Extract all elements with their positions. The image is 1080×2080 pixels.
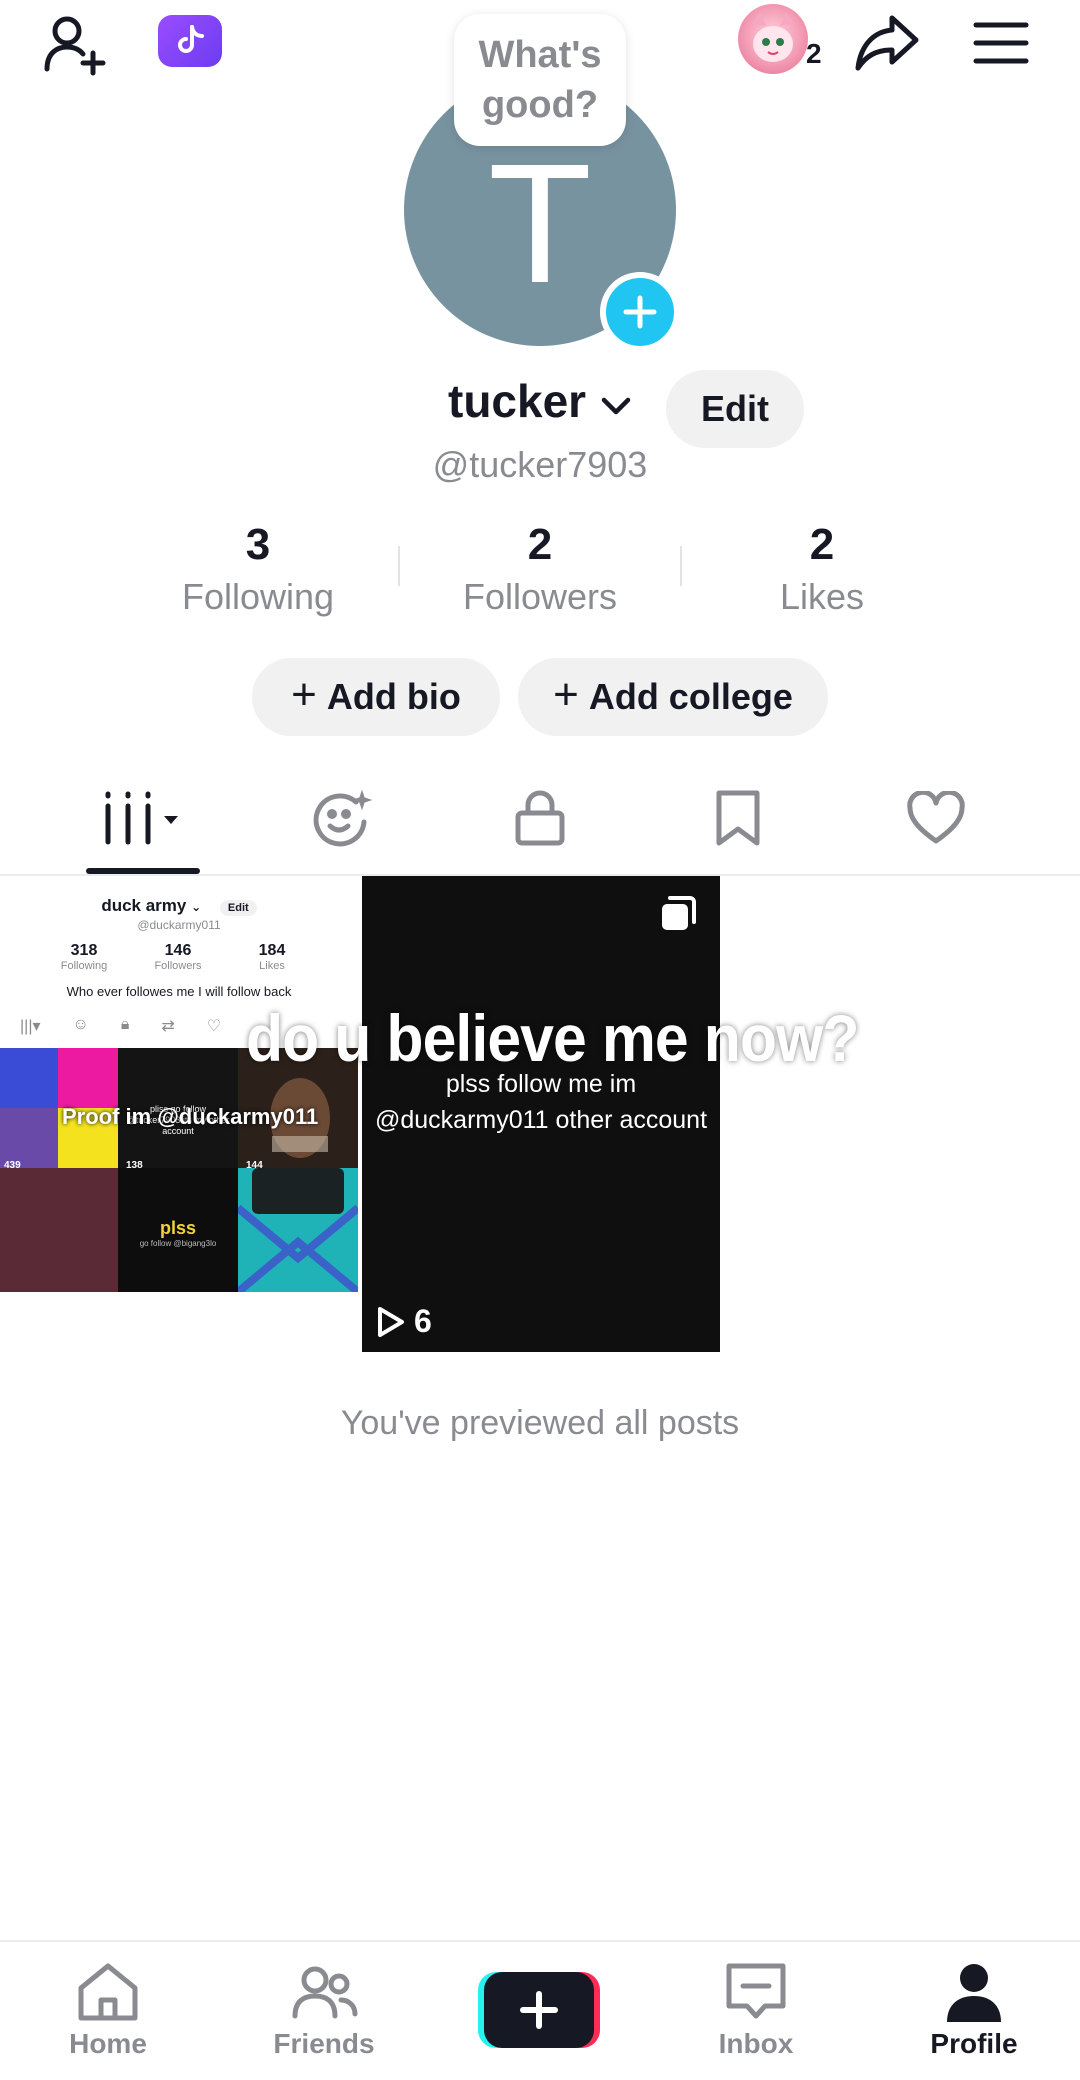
heart-icon: [907, 791, 965, 844]
stat-followers[interactable]: 2 Followers: [420, 520, 660, 618]
nav-profile[interactable]: Profile: [894, 1960, 1054, 2060]
profile-handle: @tucker7903: [432, 444, 648, 485]
status-bubble[interactable]: What's good?: [454, 14, 626, 146]
followers-count: 2: [527, 520, 553, 569]
thumb-stat: 318 Following: [60, 942, 108, 972]
nav-inbox[interactable]: Inbox: [676, 1960, 836, 2060]
thumb-overlay-text: Proof im @duckarmy011: [62, 1104, 319, 1129]
thumb-bio: Who ever followes me I will follow back: [66, 984, 292, 999]
stat-likes[interactable]: 2 Likes: [702, 520, 942, 618]
create-button[interactable]: [478, 1970, 600, 2050]
edit-profile-button[interactable]: Edit: [666, 370, 804, 448]
thumb-stat: 146 Followers: [154, 942, 202, 972]
grid-icon: [105, 791, 178, 845]
tab-reposts[interactable]: [282, 770, 402, 866]
name-row: tucker Edit: [0, 370, 1080, 448]
play-count: 6: [376, 1303, 432, 1340]
status-bubble-text: What's good?: [478, 34, 602, 126]
play-icon: [16, 1306, 42, 1337]
post-tile[interactable]: plss follow me im @duckarmy011 other acc…: [362, 876, 720, 1352]
friends-icon: [292, 1966, 358, 2019]
story-count: 2: [806, 38, 822, 69]
tab-videos[interactable]: [82, 770, 202, 866]
followers-label: Followers: [462, 576, 618, 617]
following-label: Following: [181, 576, 335, 617]
add-bio-button[interactable]: + Add bio: [252, 658, 500, 736]
bookmark-icon: [716, 790, 760, 846]
tiktok-now-icon[interactable]: [158, 15, 222, 67]
repost-face-icon: [313, 789, 373, 847]
post-text: plss follow me im @duckarmy011 other acc…: [374, 1070, 708, 1134]
chevron-down-icon[interactable]: [596, 386, 636, 426]
nav-home[interactable]: Home: [28, 1960, 188, 2060]
bottom-nav: Home Friends Inbox Profile: [0, 1940, 1080, 2080]
play-icon: [378, 1306, 404, 1337]
plus-icon: +: [291, 670, 317, 719]
share-icon[interactable]: [850, 6, 924, 80]
add-college-button[interactable]: + Add college: [518, 658, 828, 736]
home-icon: [78, 1963, 138, 2021]
plus-icon: +: [553, 670, 579, 719]
stat-divider: [680, 546, 682, 586]
stat-following[interactable]: 3 Following: [138, 520, 378, 618]
thumb-name: duck army ⌄ Edit: [0, 896, 358, 916]
tab-liked[interactable]: [876, 770, 996, 866]
add-college-label: Add college: [588, 676, 793, 717]
following-count: 3: [245, 520, 271, 569]
display-name[interactable]: tucker: [448, 374, 586, 428]
post-tile[interactable]: duck army ⌄ Edit @duckarmy011 318 Follow…: [0, 876, 358, 1352]
stat-divider: [398, 546, 400, 586]
add-friend-icon[interactable]: [36, 6, 116, 86]
nav-friends[interactable]: Friends: [244, 1960, 404, 2060]
thumb-handle: @duckarmy011: [137, 918, 221, 932]
previewed-all-posts-text: You've previewed all posts: [340, 1404, 740, 1442]
lock-icon: [515, 790, 565, 846]
profile-icon: [947, 1964, 1001, 2022]
multi-photo-icon: [662, 896, 696, 930]
story-avatar[interactable]: [738, 4, 808, 74]
likes-label: Likes: [779, 576, 865, 617]
menu-icon[interactable]: [968, 10, 1034, 76]
inbox-icon: [726, 1963, 786, 2019]
tab-saved[interactable]: [678, 770, 798, 866]
caption-overlay: do u believe me now?: [246, 1001, 859, 1075]
add-bio-label: Add bio: [326, 676, 461, 717]
likes-count: 2: [809, 520, 835, 569]
play-count: 0: [14, 1303, 70, 1340]
thumb-stat: 184 Likes: [258, 942, 286, 972]
tab-private[interactable]: [480, 770, 600, 866]
add-story-button[interactable]: [600, 272, 680, 352]
avatar-initial: T: [488, 129, 592, 319]
